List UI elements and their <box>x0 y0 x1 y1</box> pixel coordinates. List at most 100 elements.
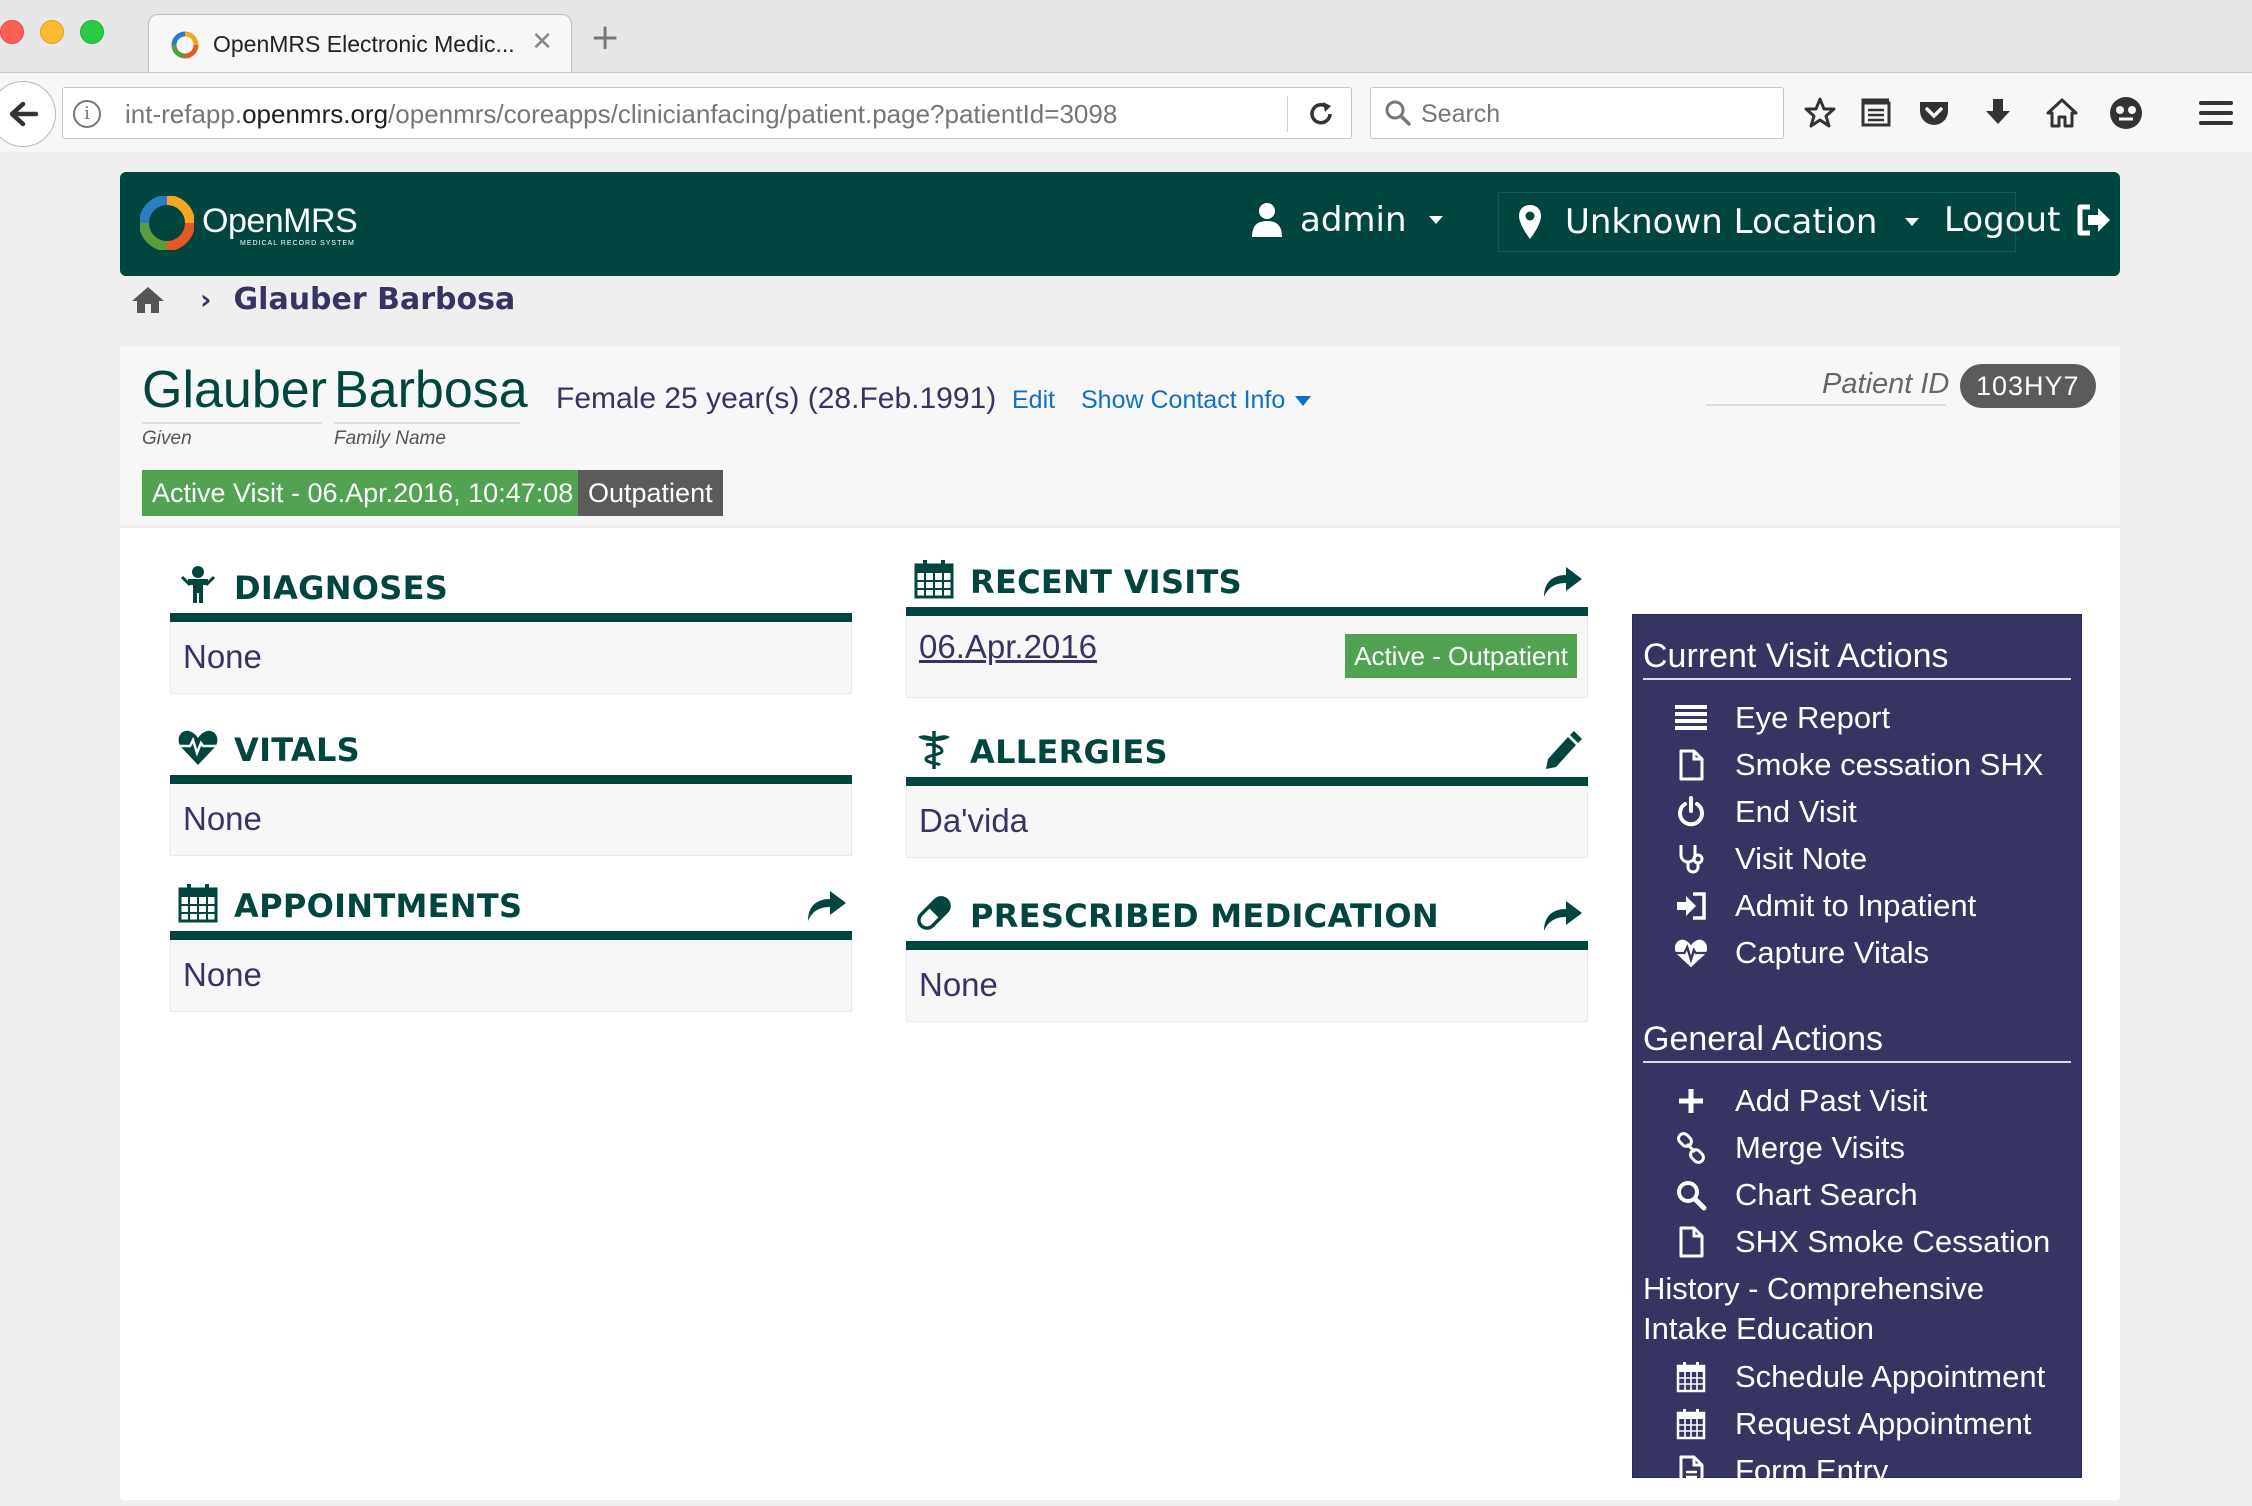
visit-date-link[interactable]: 06.Apr.2016 <box>919 628 1097 666</box>
emoji-icon[interactable] <box>2106 93 2146 133</box>
search-icon <box>1385 100 1411 126</box>
appointments-widget: APPOINTMENTS None <box>170 882 852 1012</box>
action-label: Schedule Appointment <box>1735 1358 2046 1394</box>
visit-status-badge: Active - Outpatient <box>1345 634 1577 678</box>
info-icon[interactable]: i <box>73 100 101 128</box>
action-label: History - Comprehensive Intake Education <box>1643 1271 1985 1346</box>
browser-tab[interactable]: OpenMRS Electronic Medic... ✕ <box>148 14 572 72</box>
show-contact-info-link[interactable]: Show Contact Info <box>1081 386 1312 415</box>
action-add-past-visit[interactable]: Add Past Visit <box>1643 1077 2071 1124</box>
diagnoses-widget: DIAGNOSES None <box>170 564 852 694</box>
action-visit-note[interactable]: Visit Note <box>1643 835 2071 882</box>
close-window-button[interactable] <box>0 20 24 44</box>
user-menu[interactable]: admin <box>1250 200 1443 240</box>
user-icon <box>1252 203 1282 237</box>
diagnoses-value: None <box>183 638 262 675</box>
file-icon <box>1673 747 1709 783</box>
patient-family-name: Barbosa <box>334 361 528 419</box>
active-visit-badge[interactable]: Active Visit - 06.Apr.2016, 10:47:08 <box>142 470 584 516</box>
home-icon[interactable] <box>2042 93 2082 133</box>
share-icon[interactable] <box>1540 893 1584 933</box>
search-box[interactable]: Search <box>1370 87 1784 139</box>
action-label: End Visit <box>1735 793 1857 829</box>
heartbeat-icon <box>178 730 218 765</box>
bookmark-star-icon[interactable] <box>1800 93 1840 133</box>
plus-icon <box>1673 1083 1709 1119</box>
browser-toolbar: i int-refapp.openmrs.org/openmrs/coreapp… <box>0 72 2252 152</box>
url-text: int-refapp.openmrs.org/openmrs/coreapps/… <box>125 99 1118 129</box>
patient-dashboard: Glauber Barbosa Given Family Name Female… <box>120 346 2120 1500</box>
list-icon <box>1673 700 1709 736</box>
user-caret-icon <box>1428 216 1443 224</box>
share-icon[interactable] <box>804 883 848 923</box>
reload-icon[interactable] <box>1301 96 1341 132</box>
action-label: Eye Report <box>1735 699 1891 735</box>
reading-list-icon[interactable] <box>1856 93 1896 133</box>
pencil-icon[interactable] <box>1540 729 1584 769</box>
recent-visits-widget: RECENT VISITS 06.Apr.2016 Active - Outpa… <box>906 558 1588 698</box>
caduceus-icon <box>918 731 950 769</box>
heartbeat-icon <box>1673 935 1709 971</box>
action-capture-vitals[interactable]: Capture Vitals <box>1643 929 2071 976</box>
recent-visits-title: RECENT VISITS <box>970 563 1242 601</box>
action-label: Admit to Inpatient <box>1735 887 1977 923</box>
general-actions-heading: General Actions <box>1643 998 2071 1063</box>
action-merge-visits[interactable]: Merge Visits <box>1643 1124 2071 1171</box>
action-label: Chart Search <box>1735 1176 1918 1212</box>
visit-type-badge: Outpatient <box>578 470 723 516</box>
action-label: Request Appointment <box>1735 1405 2032 1441</box>
share-icon[interactable] <box>1540 559 1584 599</box>
vitals-widget: VITALS None <box>170 726 852 856</box>
search-placeholder: Search <box>1421 100 1501 128</box>
new-tab-button[interactable]: + <box>590 20 620 56</box>
logout-link[interactable]: Logout <box>1944 200 2112 240</box>
allergies-widget: ALLERGIES Da'vida <box>906 728 1588 858</box>
edit-link[interactable]: Edit <box>1012 386 1055 415</box>
action-admit-to-inpatient[interactable]: Admit to Inpatient <box>1643 882 2071 929</box>
action-eye-report[interactable]: Eye Report <box>1643 694 2071 741</box>
location-caret-icon <box>1905 218 1920 226</box>
file-text-icon <box>1673 1453 1709 1489</box>
home-icon[interactable] <box>130 285 166 315</box>
action-label: Form Entry <box>1735 1452 1889 1488</box>
openmrs-logo-icon[interactable] <box>140 196 194 250</box>
maximize-window-button[interactable] <box>80 20 104 44</box>
file-icon <box>1673 1224 1709 1260</box>
vitals-title: VITALS <box>234 731 361 769</box>
address-bar[interactable]: i int-refapp.openmrs.org/openmrs/coreapp… <box>62 87 1352 139</box>
calendar-icon <box>1673 1359 1709 1395</box>
show-contact-info-label: Show Contact Info <box>1081 386 1286 414</box>
stethoscope-icon <box>1673 841 1709 877</box>
breadcrumb-current: Glauber Barbosa <box>233 282 516 317</box>
actions-panel: Current Visit Actions Eye Report Smoke c… <box>1632 614 2082 1488</box>
app-header: OpenMRS MEDICAL RECORD SYSTEM admin Unkn… <box>120 172 2120 276</box>
contact-caret-icon <box>1295 396 1312 407</box>
power-icon <box>1673 794 1709 830</box>
action-request-appointment[interactable]: Request Appointment <box>1643 1400 2071 1447</box>
allergies-value: Da'vida <box>919 802 1029 839</box>
tab-title: OpenMRS Electronic Medic... <box>213 31 515 57</box>
search-icon <box>1673 1177 1709 1213</box>
prescribed-medication-value: None <box>919 966 998 1003</box>
map-marker-icon <box>1519 205 1541 239</box>
action-history-comprehensive-intake[interactable]: History - Comprehensive Intake Education <box>1643 1265 2071 1353</box>
diagnoses-title: DIAGNOSES <box>234 569 449 607</box>
action-end-visit[interactable]: End Visit <box>1643 788 2071 835</box>
action-label: Visit Note <box>1735 840 1868 876</box>
calendar-icon <box>1673 1406 1709 1442</box>
pocket-icon[interactable] <box>1914 93 1954 133</box>
action-form-entry[interactable]: Form Entry <box>1643 1447 2071 1494</box>
menu-icon[interactable] <box>2196 93 2236 133</box>
back-button[interactable] <box>0 81 56 147</box>
action-schedule-appointment[interactable]: Schedule Appointment <box>1643 1353 2071 1400</box>
download-icon[interactable] <box>1978 93 2018 133</box>
patient-id-label: Patient ID <box>1822 368 1950 400</box>
action-smoke-cessation-shx[interactable]: Smoke cessation SHX <box>1643 741 2071 788</box>
location-name: Unknown Location <box>1565 202 1878 242</box>
location-selector[interactable]: Unknown Location <box>1498 192 2016 252</box>
minimize-window-button[interactable] <box>40 20 64 44</box>
given-label: Given <box>142 428 192 449</box>
tab-close-icon[interactable]: ✕ <box>531 27 553 57</box>
action-shx-smoke-cessation[interactable]: SHX Smoke Cessation <box>1643 1218 2071 1265</box>
action-chart-search[interactable]: Chart Search <box>1643 1171 2071 1218</box>
